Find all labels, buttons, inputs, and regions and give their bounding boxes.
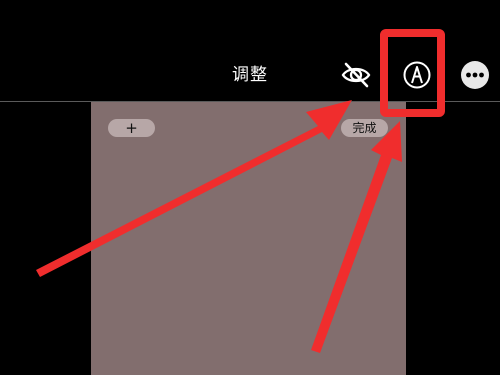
photo-canvas[interactable]: + 完成 xyxy=(91,102,406,375)
markup-button[interactable] xyxy=(400,58,434,92)
top-toolbar: 调整 xyxy=(0,0,500,101)
editor-screen: 调整 + 完成 xyxy=(0,0,500,375)
markup-pen-icon xyxy=(403,61,431,89)
add-button[interactable]: + xyxy=(108,119,155,137)
more-options-button[interactable] xyxy=(458,58,492,92)
done-button[interactable]: 完成 xyxy=(341,119,388,137)
more-options-icon xyxy=(461,61,489,89)
eye-slash-icon xyxy=(341,62,371,88)
hide-annotations-button[interactable] xyxy=(339,58,373,92)
